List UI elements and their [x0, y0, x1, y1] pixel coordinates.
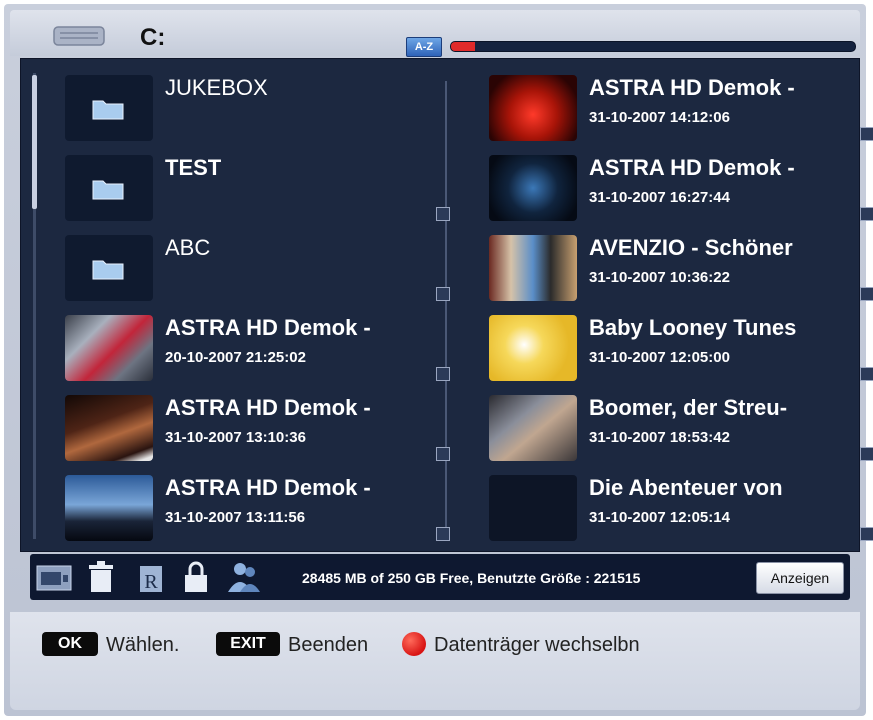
red-button-icon [402, 632, 426, 656]
hard-drive-icon [53, 26, 105, 46]
item-date: 31-10-2007 10:36:22 [589, 269, 730, 286]
sort-az-button[interactable]: A-Z [406, 37, 442, 57]
item-title: Die Abenteuer von [589, 475, 783, 500]
lock-icon[interactable] [182, 560, 210, 594]
video-thumbnail [65, 475, 153, 541]
list-item[interactable]: ASTRA HD Demok - 31-10-2007 13:10:36 [65, 389, 450, 469]
item-date: 20-10-2007 21:25:02 [165, 349, 306, 366]
header-bar: C: A-Z [10, 10, 860, 57]
delete-icon[interactable] [88, 560, 114, 594]
item-title: ASTRA HD Demok - [589, 75, 795, 100]
list-item[interactable]: Die Abenteuer von 31-10-2007 12:05:14 [489, 469, 873, 549]
folder-icon [92, 100, 124, 120]
video-thumbnail [489, 75, 577, 141]
video-thumbnail [489, 235, 577, 301]
users-icon[interactable] [226, 560, 262, 594]
video-mode-icon[interactable] [36, 560, 72, 594]
list-item[interactable]: ABC [65, 229, 450, 309]
item-title: ASTRA HD Demok - [165, 395, 371, 420]
disk-usage-bar [450, 41, 856, 52]
list-item[interactable]: Boomer, der Streu- 31-10-2007 18:53:42 [489, 389, 873, 469]
scrollbar-thumb[interactable] [32, 75, 37, 209]
folder-thumbnail [65, 155, 153, 221]
item-date: 31-10-2007 12:05:14 [589, 509, 730, 526]
item-date: 31-10-2007 12:05:00 [589, 349, 730, 366]
folder-thumbnail [65, 235, 153, 301]
item-checkbox[interactable] [436, 287, 450, 301]
video-thumbnail [489, 155, 577, 221]
rename-icon[interactable]: R [138, 560, 164, 594]
item-title: ASTRA HD Demok - [165, 315, 371, 340]
item-title: JUKEBOX [165, 75, 268, 100]
item-date: 31-10-2007 14:12:06 [589, 109, 730, 126]
list-item[interactable]: ASTRA HD Demok - 20-10-2007 21:25:02 [65, 309, 450, 389]
item-checkbox[interactable] [436, 367, 450, 381]
right-column: ASTRA HD Demok - 31-10-2007 14:12:06 AST… [489, 69, 873, 549]
list-item[interactable]: ASTRA HD Demok - 31-10-2007 16:27:44 [489, 149, 873, 229]
list-item[interactable]: ASTRA HD Demok - 31-10-2007 14:12:06 [489, 69, 873, 149]
folder-icon [92, 260, 124, 280]
item-checkbox[interactable] [860, 447, 873, 461]
exit-key: EXIT [216, 632, 280, 656]
folder-thumbnail [65, 75, 153, 141]
video-thumbnail [65, 315, 153, 381]
file-list-panel: JUKEBOX TEST ABC ASTRA HD Demok - 20-10-… [20, 58, 873, 552]
red-hint: Datenträger wechselbn [434, 634, 640, 656]
video-thumbnail [489, 475, 577, 541]
item-checkbox[interactable] [860, 527, 873, 541]
item-checkbox[interactable] [436, 207, 450, 221]
item-title: ASTRA HD Demok - [165, 475, 371, 500]
item-checkbox[interactable] [860, 367, 873, 381]
video-thumbnail [489, 395, 577, 461]
item-title: AVENZIO - Schöner [589, 235, 793, 260]
item-date: 31-10-2007 13:11:56 [165, 509, 306, 526]
ok-hint: Wählen. [106, 634, 180, 656]
video-thumbnail [489, 315, 577, 381]
list-item[interactable]: TEST [65, 149, 450, 229]
item-title: ABC [165, 235, 211, 260]
item-checkbox[interactable] [860, 287, 873, 301]
svg-text:R: R [144, 571, 158, 593]
video-thumbnail [65, 395, 153, 461]
item-checkbox[interactable] [860, 127, 873, 141]
item-title: Boomer, der Streu- [589, 395, 788, 420]
disk-space-status: 28485 MB of 250 GB Free, Benutzte Größe … [302, 570, 641, 586]
item-title: Baby Looney Tunes [589, 315, 797, 340]
list-item[interactable]: ASTRA HD Demok - 31-10-2007 13:11:56 [65, 469, 450, 549]
list-item[interactable]: JUKEBOX [65, 69, 450, 149]
item-date: 31-10-2007 13:10:36 [165, 429, 306, 446]
ok-key: OK [42, 632, 98, 656]
list-item[interactable]: Baby Looney Tunes 31-10-2007 12:05:00 [489, 309, 873, 389]
item-title: ASTRA HD Demok - [589, 155, 795, 180]
left-column: JUKEBOX TEST ABC ASTRA HD Demok - 20-10-… [65, 69, 450, 549]
anzeigen-button[interactable]: Anzeigen [756, 562, 844, 594]
key-hint-bar: OK Wählen. EXIT Beenden Datenträger wech… [10, 612, 860, 710]
list-item[interactable]: AVENZIO - Schöner 31-10-2007 10:36:22 [489, 229, 873, 309]
item-title: TEST [165, 155, 222, 180]
item-date: 31-10-2007 16:27:44 [589, 189, 730, 206]
bottom-toolbar: R 28485 MB of 250 GB Free, Benutzte Größ… [30, 554, 850, 600]
disk-usage-fill [451, 42, 476, 51]
item-checkbox[interactable] [436, 527, 450, 541]
item-checkbox[interactable] [860, 207, 873, 221]
item-date: 31-10-2007 18:53:42 [589, 429, 730, 446]
folder-icon [92, 180, 124, 200]
exit-hint: Beenden [288, 634, 369, 656]
item-checkbox[interactable] [436, 447, 450, 461]
drive-label: C: [140, 24, 166, 51]
